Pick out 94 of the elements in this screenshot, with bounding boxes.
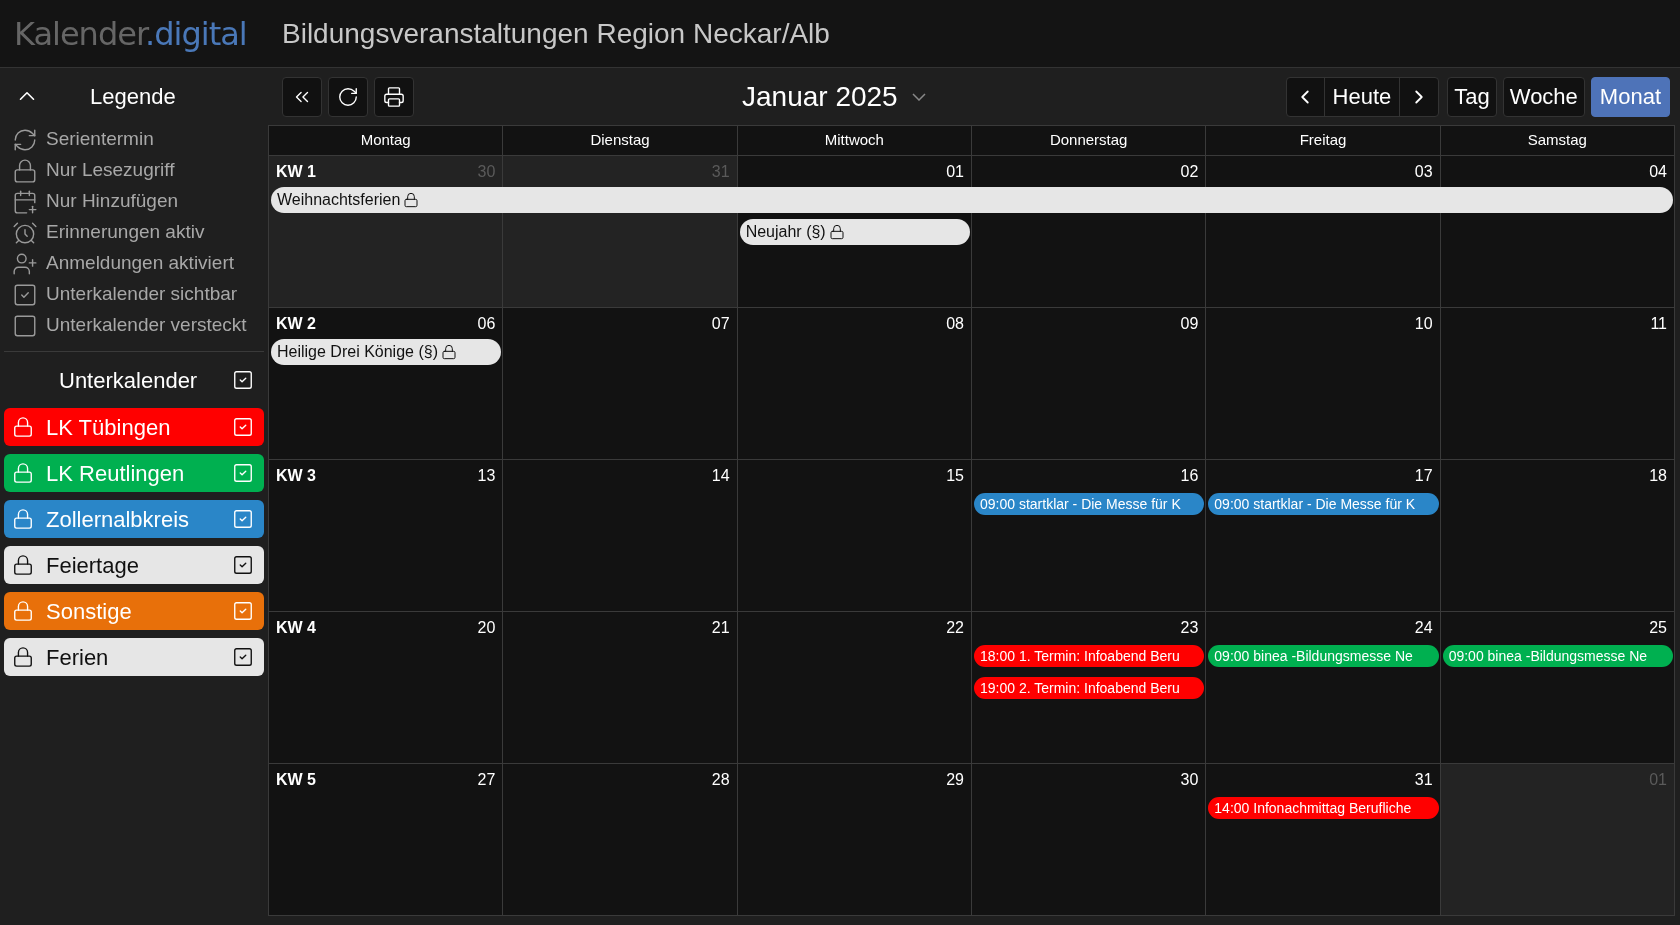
checkbox-checked[interactable]	[232, 416, 254, 438]
event-pill[interactable]: 18:00 1. Termin: Infoabend Beru	[974, 645, 1205, 667]
event-title: Neujahr (§)	[745, 222, 826, 242]
day-number: 10	[1414, 314, 1433, 334]
logo[interactable]: Kalender.digital	[14, 9, 282, 58]
event-title: 09:00 binea -Bildungsmesse Ne	[1448, 646, 1648, 666]
event-title: Heilige Drei Könige (§)	[277, 342, 438, 362]
chevron-down-icon	[911, 92, 926, 101]
day-number: 04	[1649, 162, 1667, 182]
event-pill[interactable]: 09:00 startklar - Die Messe für K	[974, 493, 1205, 515]
day-number: 31	[1414, 770, 1433, 790]
subcalendar-item[interactable]: Ferien	[4, 638, 264, 676]
event-pill[interactable]: Heilige Drei Könige (§)	[271, 339, 502, 365]
print-button[interactable]	[374, 76, 414, 117]
day-number: 28	[711, 770, 730, 790]
legend-title: Legende	[90, 82, 176, 111]
checkbox-checked[interactable]	[232, 462, 254, 484]
legend-label: Nur Hinzufügen	[46, 189, 179, 214]
day-number: 06	[477, 314, 496, 334]
printer-icon	[383, 85, 405, 108]
day-number: 03	[1414, 162, 1433, 182]
legend-label: Nur Lesezugriff	[46, 158, 175, 183]
checkbox-checked[interactable]	[232, 600, 254, 622]
subcalendar-item[interactable]: Feiertage	[4, 546, 264, 584]
month-selector[interactable]: Januar 2025	[742, 75, 926, 118]
day-number: 30	[1180, 770, 1199, 790]
day-number: 24	[1414, 618, 1433, 638]
collapse-sidebar-button[interactable]	[282, 76, 322, 117]
day-number: 20	[477, 618, 496, 638]
subcalendar-item[interactable]: LK Reutlingen	[4, 454, 264, 492]
event-title: Weihnachtsferien	[277, 190, 401, 210]
day-number: 23	[1180, 618, 1199, 638]
event-title: 09:00 startklar - Die Messe für K	[1214, 494, 1416, 514]
checkbox-checked[interactable]	[232, 369, 254, 391]
lock-icon	[12, 157, 38, 184]
event-pill[interactable]: Neujahr (§)	[739, 219, 970, 245]
legend-label: Erinnerungen aktiv	[46, 220, 205, 245]
week-number: KW 3	[276, 466, 316, 486]
day-number: 15	[946, 466, 964, 486]
day-number: 17	[1414, 466, 1433, 486]
day-number: 13	[477, 466, 496, 486]
subcalendar-item[interactable]: Sonstige	[4, 592, 264, 630]
day-number: 11	[1650, 314, 1667, 334]
legend-label: Anmeldungen aktiviert	[46, 251, 234, 276]
subcalendar-label: Zollernalbkreis	[46, 505, 191, 534]
event-title: 09:00 startklar - Die Messe für K	[980, 494, 1181, 514]
week-number: KW 5	[276, 770, 316, 790]
week-number: KW 4	[276, 618, 316, 638]
event-pill[interactable]: 09:00 binea -Bildungsmesse Ne	[1208, 645, 1439, 667]
day-number: 21	[711, 618, 730, 638]
subcalendar-heading: Unterkalender	[59, 366, 198, 395]
day-number: 16	[1180, 466, 1199, 486]
subcalendar-label: Feiertage	[46, 551, 140, 580]
day-number: 08	[946, 314, 964, 334]
day-number: 01	[946, 162, 964, 182]
event-title: 19:00 2. Termin: Infoabend Beru	[980, 678, 1180, 698]
day-number: 22	[946, 618, 964, 638]
view-tab[interactable]: Tag	[1447, 76, 1497, 117]
legend-label: Unterkalender versteckt	[46, 313, 247, 338]
day-number: 29	[946, 770, 964, 790]
event-pill[interactable]: Weihnachtsferien	[271, 187, 1673, 213]
event-pill[interactable]: 14:00 Infonachmittag Berufliche	[1208, 797, 1439, 819]
calendar-title: Bildungsveranstaltungen Region Neckar/Alb	[282, 16, 830, 51]
day-number: 27	[477, 770, 496, 790]
legend-label: Unterkalender sichtbar	[46, 282, 238, 307]
subcalendar-label: Ferien	[46, 643, 110, 672]
refresh-button[interactable]	[328, 76, 368, 117]
day-number: 25	[1649, 618, 1667, 638]
checkbox-checked[interactable]	[232, 554, 254, 576]
calendar-plus-icon	[12, 188, 38, 215]
view-tab[interactable]: Monat	[1590, 76, 1670, 117]
checkbox-checked[interactable]	[232, 508, 254, 530]
event-pill[interactable]: 09:00 binea -Bildungsmesse Ne	[1442, 645, 1673, 667]
subcalendar-label: LK Tübingen	[46, 413, 172, 442]
day-number: 14	[711, 466, 730, 486]
day-number: 07	[711, 314, 730, 334]
week-number: KW 1	[276, 162, 316, 182]
event-pill[interactable]: 19:00 2. Termin: Infoabend Beru	[974, 677, 1205, 699]
event-title: 09:00 binea -Bildungsmesse Ne	[1214, 646, 1413, 666]
event-title: 14:00 Infonachmittag Berufliche	[1214, 798, 1412, 818]
subcalendar-label: Sonstige	[46, 597, 133, 626]
week-number: KW 2	[276, 314, 316, 334]
refresh-icon	[337, 85, 359, 108]
subcalendar-item[interactable]: LK Tübingen	[4, 408, 264, 446]
day-number: 18	[1649, 466, 1667, 486]
view-tab[interactable]: Woche	[1502, 76, 1585, 117]
day-number: 02	[1180, 162, 1199, 182]
subcalendar-label: LK Reutlingen	[46, 459, 186, 488]
day-number: 09	[1180, 314, 1199, 334]
legend-label: Serientermin	[46, 127, 154, 152]
subcalendar-item[interactable]: Zollernalbkreis	[4, 500, 264, 538]
checkbox-checked[interactable]	[232, 646, 254, 668]
event-pill[interactable]: 09:00 startklar - Die Messe für K	[1208, 493, 1439, 515]
event-title: 18:00 1. Termin: Infoabend Beru	[980, 646, 1180, 666]
